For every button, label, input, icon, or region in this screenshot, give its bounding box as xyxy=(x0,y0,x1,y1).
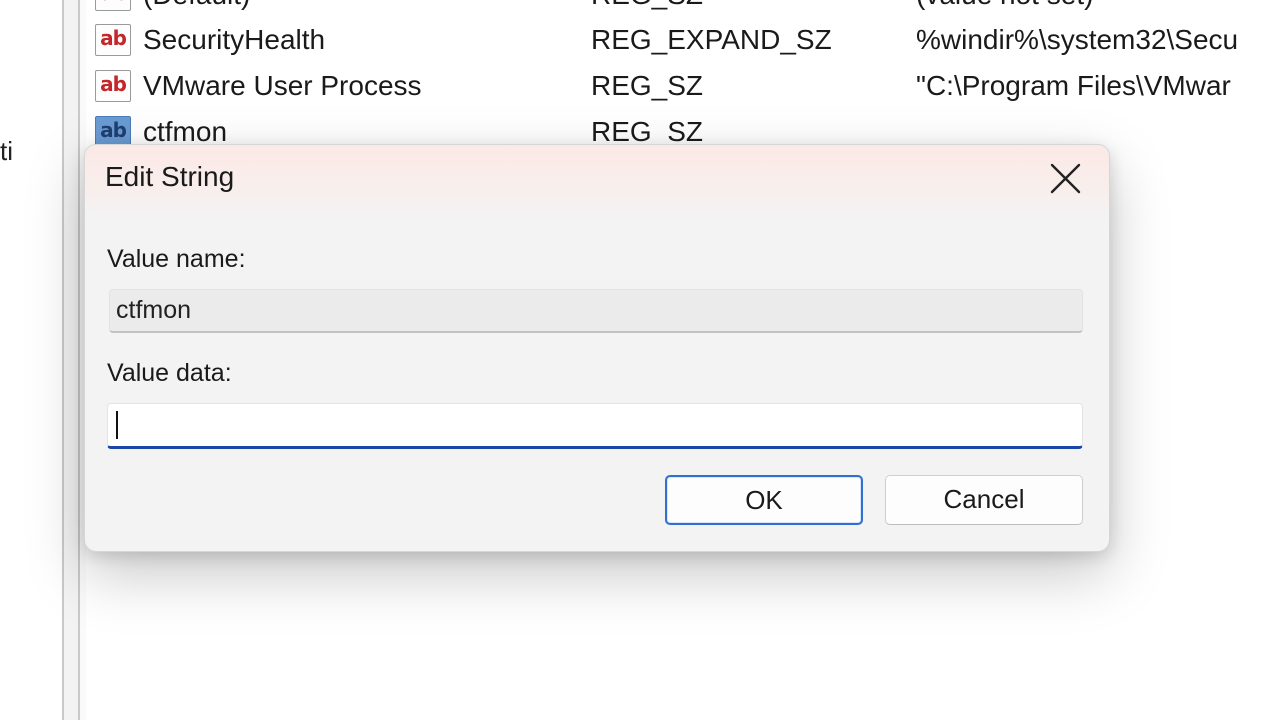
key-tree-pane: ti xyxy=(0,0,62,720)
value-name: SecurityHealth xyxy=(143,24,326,55)
value-data: %windir%\system32\Secu xyxy=(916,24,1239,55)
close-button[interactable] xyxy=(1043,159,1087,199)
dialog-title-bar[interactable]: Edit String xyxy=(85,145,1109,217)
edit-string-dialog: Edit String Value name: ctfmon Value dat… xyxy=(84,144,1110,552)
ok-button[interactable]: OK xyxy=(665,475,863,525)
value-name-label: Value name: xyxy=(107,245,246,273)
value-data: (value not set) xyxy=(916,0,1093,18)
value-type: REG_SZ xyxy=(591,70,704,101)
value-row[interactable]: ab VMware User Process REG_SZ "C:\Progra… xyxy=(86,63,1280,109)
registry-editor-window: ti ab (Default) REG_SZ (value not set) a… xyxy=(0,0,1280,720)
text-cursor xyxy=(116,411,118,439)
value-data: "C:\Program Files\VMwar xyxy=(916,70,1231,101)
cancel-button[interactable]: Cancel xyxy=(885,475,1083,525)
value-name-field: ctfmon xyxy=(109,289,1083,333)
value-row[interactable]: ab SecurityHealth REG_EXPAND_SZ %windir%… xyxy=(86,17,1280,63)
pane-splitter[interactable] xyxy=(62,0,80,720)
string-value-icon: ab xyxy=(95,0,131,11)
value-type: REG_SZ xyxy=(591,0,703,18)
value-type: REG_EXPAND_SZ xyxy=(591,24,832,55)
string-value-icon: ab xyxy=(95,24,131,56)
dialog-title: Edit String xyxy=(105,161,235,192)
value-data-input[interactable] xyxy=(107,403,1083,449)
value-data-label: Value data: xyxy=(107,359,232,387)
tree-item-label-fragment[interactable]: ti xyxy=(0,136,13,167)
value-name: VMware User Process xyxy=(143,70,422,101)
string-value-icon: ab xyxy=(95,70,131,102)
value-row[interactable]: ab (Default) REG_SZ (value not set) xyxy=(86,0,1280,18)
value-name: (Default) xyxy=(143,0,250,18)
close-icon xyxy=(1050,163,1081,194)
